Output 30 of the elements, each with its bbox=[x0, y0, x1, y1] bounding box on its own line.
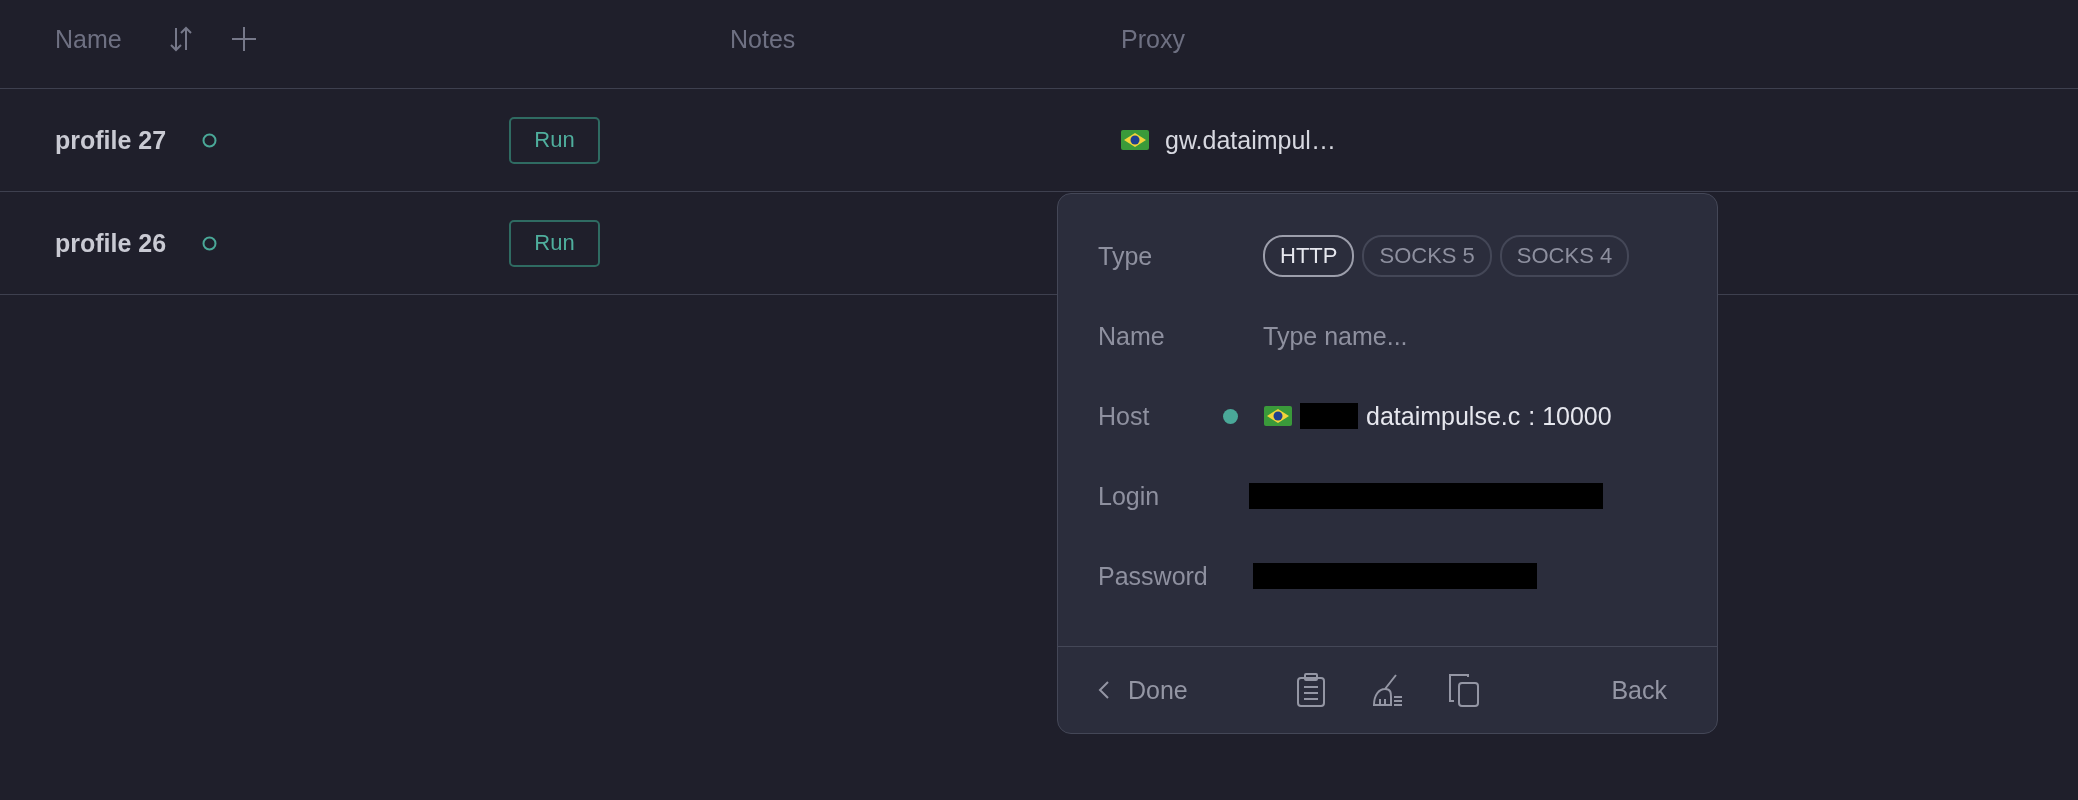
proxy-type-chip[interactable]: HTTP bbox=[1263, 235, 1355, 277]
run-button[interactable]: Run bbox=[509, 219, 600, 267]
host-value: dataimpulse.c bbox=[1366, 401, 1521, 431]
chevron-left-icon bbox=[1098, 680, 1110, 700]
profile-name: profile 26 bbox=[55, 228, 167, 258]
port-value: : 10000 bbox=[1528, 401, 1612, 431]
name-input-field[interactable]: Type name... bbox=[1263, 321, 1663, 351]
column-header: Name bbox=[55, 24, 122, 54]
proxy-type-chip[interactable]: SOCKS 5 bbox=[1362, 235, 1492, 277]
field-label: Name bbox=[1098, 321, 1166, 351]
status-circle-icon bbox=[202, 235, 218, 251]
field-label: Password bbox=[1098, 561, 1209, 591]
status-circle-icon bbox=[202, 132, 218, 148]
back-button[interactable]: Back bbox=[1611, 675, 1667, 705]
profile-name: profile 27 bbox=[55, 125, 167, 155]
proxy-host: gw.dataimpul… bbox=[1165, 125, 1336, 155]
sort-icon[interactable] bbox=[167, 25, 194, 53]
field-label: Host bbox=[1098, 401, 1151, 431]
brazil-flag-icon bbox=[1264, 406, 1292, 426]
field-label: Type bbox=[1098, 241, 1154, 271]
clipboard-icon[interactable] bbox=[1295, 673, 1326, 707]
add-icon[interactable] bbox=[229, 25, 258, 53]
copy-icon[interactable] bbox=[1447, 673, 1480, 707]
run-button[interactable]: Run bbox=[509, 116, 600, 164]
column-header: Proxy bbox=[1121, 24, 1185, 54]
column-header: Notes bbox=[730, 24, 796, 54]
brazil-flag-icon bbox=[1121, 130, 1149, 150]
field-label: Login bbox=[1098, 481, 1161, 511]
proxy-type-chip[interactable]: SOCKS 4 bbox=[1499, 235, 1630, 277]
done-button[interactable]: Done bbox=[1098, 675, 1188, 705]
